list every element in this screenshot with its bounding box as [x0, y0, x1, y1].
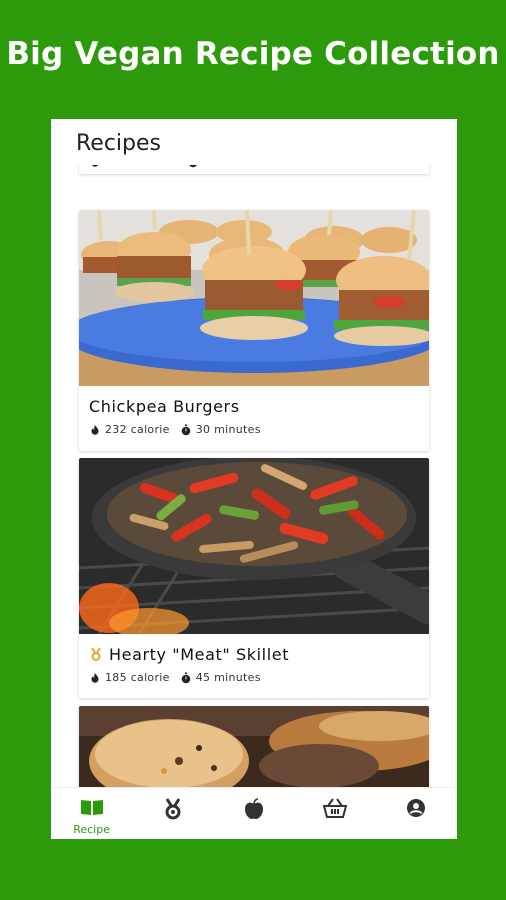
nav-item-account[interactable]: [386, 788, 446, 823]
stopwatch-icon: [180, 672, 192, 684]
bottom-navigation: Recipe: [51, 787, 457, 839]
nav-item-medal[interactable]: [143, 788, 203, 825]
recipe-time: 45 minutes: [195, 671, 261, 684]
recipe-meta: 185 calorie 45 minutes: [79, 667, 429, 684]
recipe-time: 30 minutes: [195, 423, 261, 436]
recipe-image: [79, 210, 429, 386]
recipe-name: Hearty "Meat" Skillet: [79, 634, 429, 667]
apple-icon: [244, 798, 264, 825]
medal-icon: [89, 647, 103, 661]
fire-icon: [89, 672, 101, 684]
nav-item-recipe[interactable]: Recipe: [62, 788, 122, 836]
recipe-card[interactable]: Hearty "Meat" Skillet 185 calorie 45 min…: [79, 458, 429, 698]
stopwatch-icon: [180, 424, 192, 436]
nav-label-recipe: Recipe: [73, 823, 110, 836]
recipe-image: [79, 706, 429, 787]
book-icon: [80, 798, 104, 821]
recipe-calories: 185 calorie: [105, 671, 170, 684]
app-screen: 1070 calorie 30 minutes Recipes: [51, 119, 457, 839]
promo-title: Big Vegan Recipe Collection: [6, 36, 500, 72]
nav-item-basket[interactable]: [305, 788, 365, 823]
recipe-calories: 232 calorie: [105, 423, 170, 436]
medal-icon: [163, 798, 183, 825]
recipe-card[interactable]: [79, 706, 429, 787]
basket-icon: [322, 798, 348, 823]
recipe-image: [79, 458, 429, 634]
recipe-meta: 232 calorie 30 minutes: [79, 419, 429, 436]
nav-item-apple[interactable]: [224, 788, 284, 825]
recipe-list[interactable]: 1070 calorie 30 minutes Recipes: [51, 119, 457, 787]
recipe-name-text: Hearty "Meat" Skillet: [109, 645, 290, 664]
fire-icon: [89, 424, 101, 436]
recipe-name: Chickpea Burgers: [89, 397, 240, 416]
account-icon: [406, 798, 426, 823]
recipe-card[interactable]: Chickpea Burgers 232 calorie 30 minutes: [79, 210, 429, 451]
app-header: Recipes: [51, 119, 457, 165]
page-title: Recipes: [76, 131, 162, 156]
